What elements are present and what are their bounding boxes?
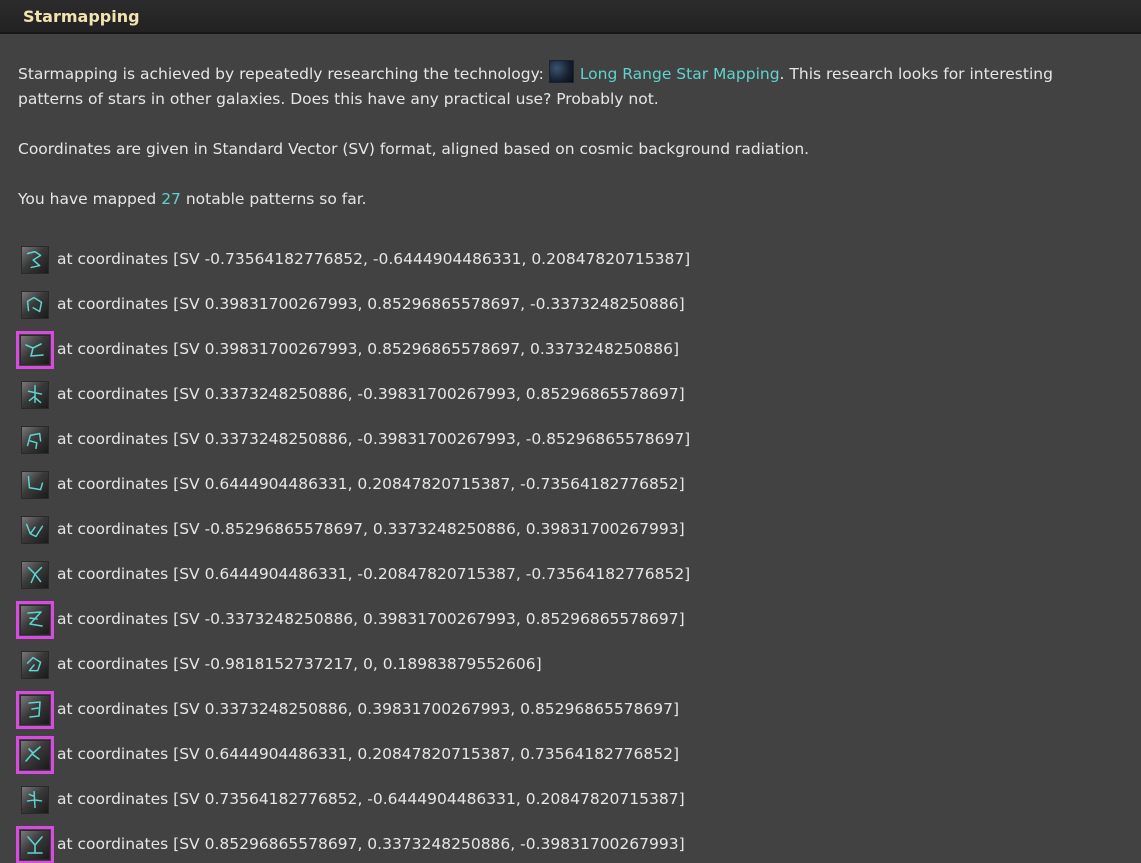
pattern-icon-frame[interactable] <box>16 690 54 729</box>
pattern-row: at coordinates [SV 0.85296865578697, 0.3… <box>16 822 1141 863</box>
pattern-icon-frame[interactable] <box>18 468 52 502</box>
pattern-icon-frame[interactable] <box>16 735 54 774</box>
intro-prefix: Starmapping is achieved by repeatedly re… <box>18 65 549 83</box>
pattern-icon-frame[interactable] <box>18 423 52 457</box>
constellation-icon <box>20 739 50 770</box>
mapped-count: 27 <box>161 190 181 208</box>
constellation-icon <box>20 334 50 365</box>
mapped-suffix: notable patterns so far. <box>180 190 367 208</box>
pattern-row: at coordinates [SV -0.3373248250886, 0.3… <box>16 597 1141 642</box>
pattern-row: at coordinates [SV 0.6444904486331, 0.20… <box>18 462 1141 507</box>
coords-note: Coordinates are given in Standard Vector… <box>18 140 810 158</box>
constellation-icon <box>21 785 49 814</box>
pattern-coordinates: at coordinates [SV 0.3373248250886, -0.3… <box>57 385 685 403</box>
pattern-coordinates: at coordinates [SV -0.9818152737217, 0, … <box>57 655 542 673</box>
pattern-row: at coordinates [SV -0.9818152737217, 0, … <box>18 642 1141 687</box>
pattern-icon-frame[interactable] <box>16 600 54 639</box>
pattern-icon-frame[interactable] <box>16 330 54 369</box>
constellation-icon <box>21 650 49 679</box>
pattern-coordinates: at coordinates [SV 0.6444904486331, 0.20… <box>57 745 680 763</box>
constellation-icon <box>21 515 49 544</box>
pattern-coordinates: at coordinates [SV -0.3373248250886, 0.3… <box>57 610 685 628</box>
tech-link[interactable]: Long Range Star Mapping <box>580 65 780 83</box>
pattern-row: at coordinates [SV 0.3373248250886, 0.39… <box>16 687 1141 732</box>
pattern-row: at coordinates [SV 0.3373248250886, -0.3… <box>18 372 1141 417</box>
pattern-coordinates: at coordinates [SV 0.6444904486331, 0.20… <box>57 475 685 493</box>
constellation-icon <box>20 694 50 725</box>
constellation-icon <box>21 470 49 499</box>
pattern-icon-frame[interactable] <box>18 243 52 277</box>
pattern-row: at coordinates [SV -0.73564182776852, -0… <box>18 237 1141 282</box>
constellation-icon <box>21 425 49 454</box>
pattern-coordinates: at coordinates [SV 0.6444904486331, -0.2… <box>57 565 691 583</box>
pattern-coordinates: at coordinates [SV 0.73564182776852, -0.… <box>57 790 685 808</box>
pattern-icon-frame[interactable] <box>16 825 54 863</box>
constellation-icon <box>21 290 49 319</box>
pattern-icon-frame[interactable] <box>18 288 52 322</box>
pattern-icon-frame[interactable] <box>18 513 52 547</box>
constellation-icon <box>20 829 50 860</box>
pattern-row: at coordinates [SV 0.3373248250886, -0.3… <box>18 417 1141 462</box>
intro-paragraph: Starmapping is achieved by repeatedly re… <box>18 60 1118 112</box>
pattern-list: at coordinates [SV -0.73564182776852, -0… <box>16 237 1141 863</box>
pattern-row: at coordinates [SV 0.73564182776852, -0.… <box>18 777 1141 822</box>
pattern-icon-frame[interactable] <box>18 648 52 682</box>
constellation-icon <box>20 604 50 635</box>
pattern-coordinates: at coordinates [SV 0.85296865578697, 0.3… <box>57 835 685 853</box>
main-content: Starmapping is achieved by repeatedly re… <box>0 34 1141 863</box>
pattern-icon-frame[interactable] <box>18 783 52 817</box>
pattern-row: at coordinates [SV 0.39831700267993, 0.8… <box>16 327 1141 372</box>
pattern-coordinates: at coordinates [SV -0.85296865578697, 0.… <box>57 520 685 538</box>
page-header: Starmapping <box>0 0 1141 34</box>
pattern-icon-frame[interactable] <box>18 378 52 412</box>
constellation-icon <box>21 245 49 274</box>
mapped-prefix: You have mapped <box>18 190 162 208</box>
pattern-coordinates: at coordinates [SV 0.39831700267993, 0.8… <box>57 295 685 313</box>
pattern-coordinates: at coordinates [SV 0.39831700267993, 0.8… <box>57 340 680 358</box>
pattern-row: at coordinates [SV 0.6444904486331, 0.20… <box>16 732 1141 777</box>
pattern-row: at coordinates [SV 0.39831700267993, 0.8… <box>18 282 1141 327</box>
pattern-coordinates: at coordinates [SV -0.73564182776852, -0… <box>57 250 691 268</box>
star-mapping-tech-icon[interactable] <box>548 60 574 83</box>
constellation-icon <box>21 560 49 589</box>
mapped-count-line: You have mapped 27 notable patterns so f… <box>18 187 1118 212</box>
pattern-icon-frame[interactable] <box>18 558 52 592</box>
pattern-coordinates: at coordinates [SV 0.3373248250886, -0.3… <box>57 430 691 448</box>
pattern-coordinates: at coordinates [SV 0.3373248250886, 0.39… <box>57 700 680 718</box>
pattern-row: at coordinates [SV -0.85296865578697, 0.… <box>18 507 1141 552</box>
page-title: Starmapping <box>23 6 140 26</box>
pattern-row: at coordinates [SV 0.6444904486331, -0.2… <box>18 552 1141 597</box>
constellation-icon <box>21 380 49 409</box>
